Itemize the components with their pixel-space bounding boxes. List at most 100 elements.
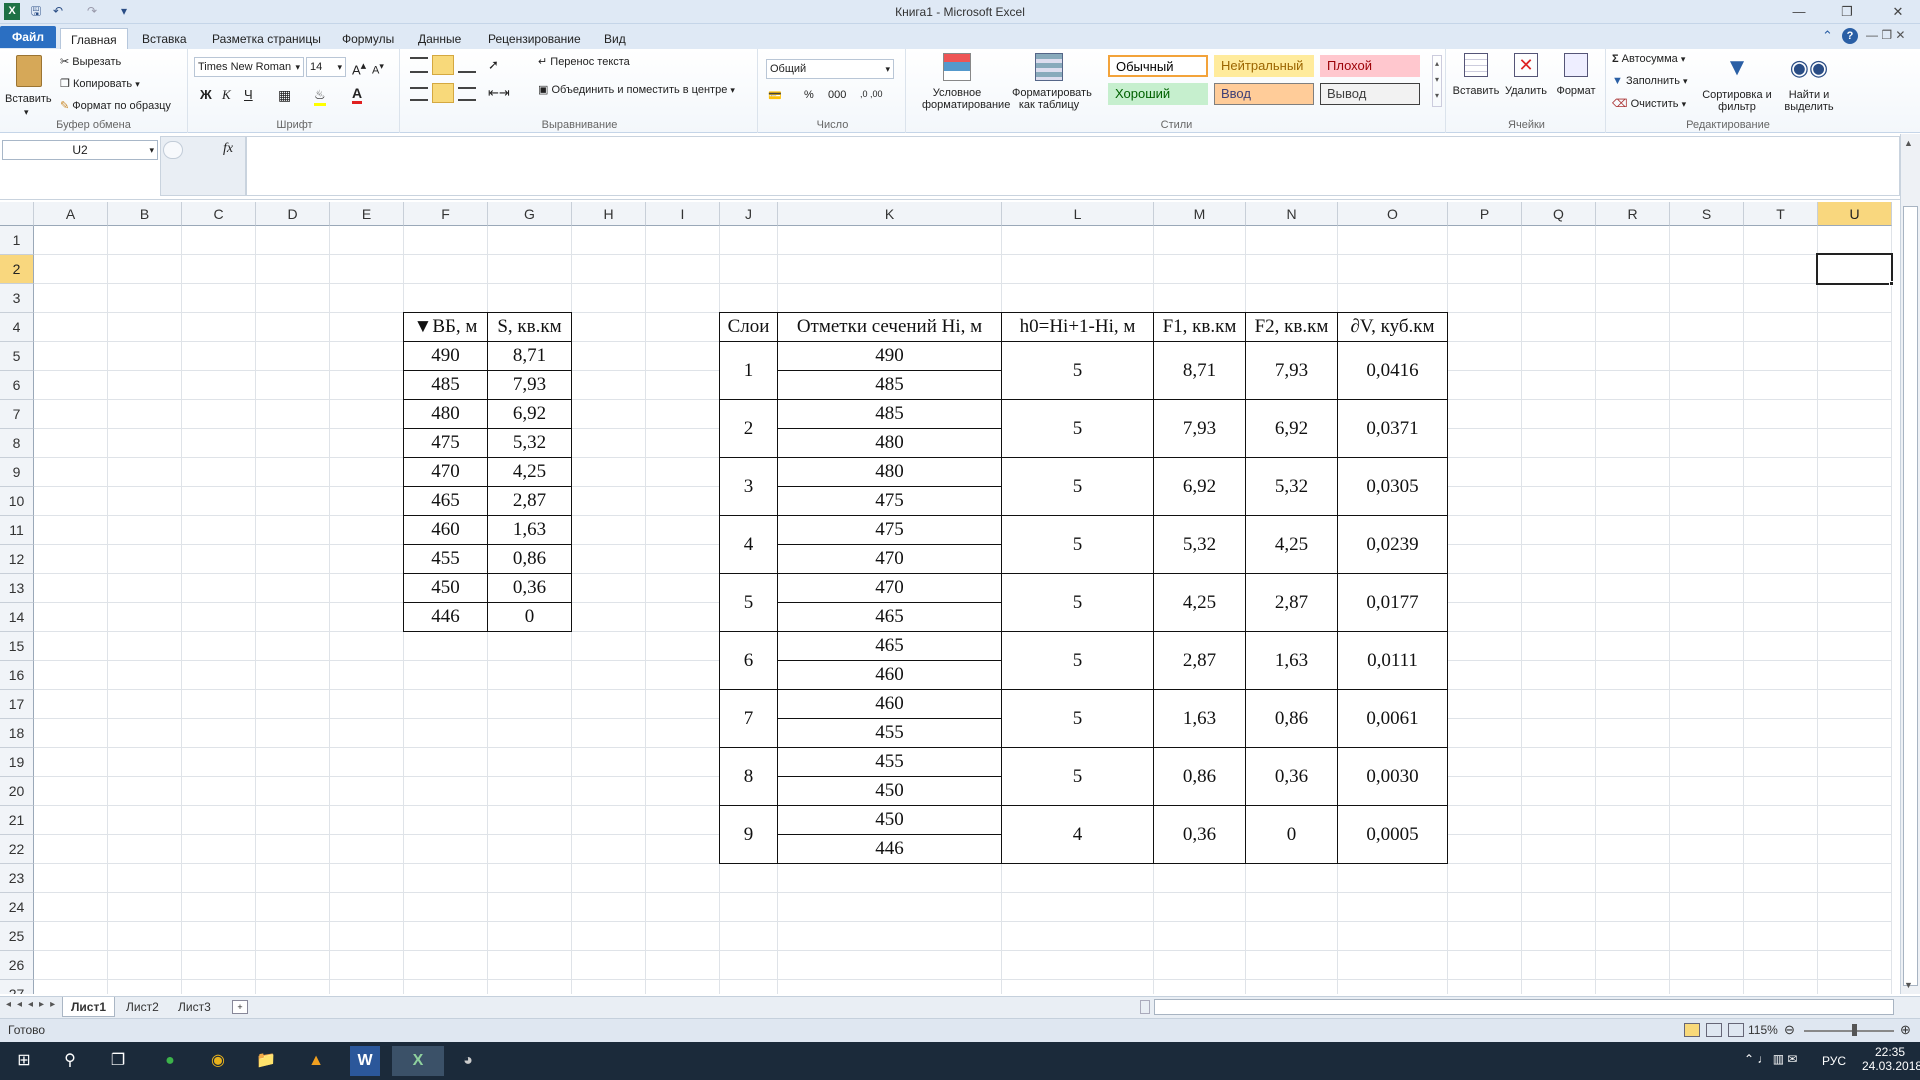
wrap-text-button[interactable]: ↵ Перенос текста	[538, 55, 630, 68]
column-header[interactable]: G	[488, 202, 572, 226]
table2-header-f1[interactable]: F1, кв.км	[1153, 312, 1246, 342]
table1-cell-area[interactable]: 0	[487, 602, 572, 632]
table2-cell-f1[interactable]: 5,32	[1153, 515, 1246, 574]
insert-cells-button[interactable]: Вставить	[1452, 53, 1500, 97]
tab-page-layout[interactable]: Разметка страницы	[202, 28, 331, 50]
worksheet-grid[interactable]: A B C D E F G H I J K L M N O P Q R S T U 1 2 3 4 5 6 7 8 9 10 11 12 13 14…	[0, 202, 1900, 994]
table2-cell-f2[interactable]: 4,25	[1245, 515, 1338, 574]
format-painter-button[interactable]: ✎ Формат по образцу	[60, 99, 171, 112]
table1-cell-area[interactable]: 1,63	[487, 515, 572, 545]
table2-cell-layer[interactable]: 7	[719, 689, 778, 748]
row-header[interactable]: 8	[0, 429, 34, 458]
thousands-button[interactable]: 000	[828, 89, 846, 101]
table2-cell-elevation-top[interactable]: 455	[777, 747, 1002, 777]
column-header[interactable]: U	[1818, 202, 1892, 226]
row-header[interactable]: 12	[0, 545, 34, 574]
table2-cell-f1[interactable]: 4,25	[1153, 573, 1246, 632]
table2-header-layer[interactable]: Слои	[719, 312, 778, 342]
table1-cell-area[interactable]: 4,25	[487, 457, 572, 487]
formula-expand-handle[interactable]	[163, 141, 183, 159]
table1-cell-elevation[interactable]: 465	[403, 486, 488, 516]
bold-button[interactable]: Ж	[200, 87, 212, 102]
insert-function-button[interactable]: fx	[223, 141, 233, 157]
delete-cells-button[interactable]: ✕ Удалить	[1502, 53, 1550, 97]
formula-input[interactable]	[246, 136, 1900, 196]
table1-cell-elevation[interactable]: 490	[403, 341, 488, 371]
table2-cell-layer[interactable]: 6	[719, 631, 778, 690]
find-select-button[interactable]: ◉◉ Найти и выделить	[1776, 53, 1842, 113]
row-header[interactable]: 17	[0, 690, 34, 719]
table2-cell-f2[interactable]: 0,86	[1245, 689, 1338, 748]
tab-insert[interactable]: Вставка	[132, 28, 197, 50]
shrink-font-icon[interactable]: A▾	[372, 61, 384, 77]
table2-cell-dv[interactable]: 0,0111	[1337, 631, 1448, 690]
align-left-icon[interactable]	[410, 87, 428, 101]
ribbon-minimize-icon[interactable]: ⌃	[1822, 28, 1838, 44]
table2-cell-elevation-bottom[interactable]: 455	[777, 718, 1002, 748]
doc-window-controls[interactable]: — ❐ ✕	[1866, 28, 1905, 42]
tab-formulas[interactable]: Формулы	[332, 28, 404, 50]
zoom-slider[interactable]	[1804, 1030, 1894, 1032]
language-indicator[interactable]: РУС	[1822, 1054, 1846, 1068]
table2-cell-f1[interactable]: 8,71	[1153, 341, 1246, 400]
table2-header-h0[interactable]: h0=Hi+1-Hi, м	[1001, 312, 1154, 342]
row-header[interactable]: 13	[0, 574, 34, 603]
windows-start-icon[interactable]: ⊞	[4, 1046, 44, 1076]
table2-cell-layer[interactable]: 5	[719, 573, 778, 632]
row-header[interactable]: 26	[0, 951, 34, 980]
font-color-icon[interactable]: A	[352, 85, 363, 104]
table1-cell-area[interactable]: 5,32	[487, 428, 572, 458]
scroll-down-icon[interactable]: ▼	[1904, 980, 1913, 990]
zoom-level[interactable]: 115%	[1748, 1023, 1778, 1037]
paste-button[interactable]: Вставить ▾	[5, 53, 52, 123]
table2-cell-layer[interactable]: 9	[719, 805, 778, 864]
table2-cell-f1[interactable]: 1,63	[1153, 689, 1246, 748]
table2-cell-dv[interactable]: 0,0061	[1337, 689, 1448, 748]
cut-button[interactable]: ✂ Вырезать	[60, 55, 121, 68]
page-break-view-icon[interactable]	[1728, 1023, 1744, 1037]
selected-cell[interactable]	[1816, 253, 1893, 285]
horizontal-scrollbar[interactable]	[1154, 999, 1894, 1015]
table2-header-f2[interactable]: F2, кв.км	[1245, 312, 1338, 342]
table1-cell-elevation[interactable]: 475	[403, 428, 488, 458]
row-header[interactable]: 11	[0, 516, 34, 545]
tab-file[interactable]: Файл	[0, 26, 56, 48]
vertical-scrollbar[interactable]: ▲ ▼	[1900, 134, 1920, 994]
row-header[interactable]: 5	[0, 342, 34, 371]
align-center-icon[interactable]	[432, 83, 454, 103]
table2-cell-layer[interactable]: 3	[719, 457, 778, 516]
table2-cell-f2[interactable]: 5,32	[1245, 457, 1338, 516]
table1-cell-elevation[interactable]: 450	[403, 573, 488, 603]
cell-style-option[interactable]: Плохой	[1320, 55, 1420, 77]
table2-cell-elevation-bottom[interactable]: 465	[777, 602, 1002, 632]
row-header[interactable]: 9	[0, 458, 34, 487]
table2-cell-f2[interactable]: 0,36	[1245, 747, 1338, 806]
column-header[interactable]: K	[778, 202, 1002, 226]
row-header[interactable]: 3	[0, 284, 34, 313]
row-header[interactable]: 21	[0, 806, 34, 835]
font-size-combo[interactable]: 14 ▾	[306, 57, 346, 77]
table2-cell-dv[interactable]: 0,0005	[1337, 805, 1448, 864]
sort-filter-button[interactable]: ▼ Сортировка и фильтр	[1702, 53, 1772, 113]
search-icon[interactable]: ⚲	[50, 1046, 90, 1076]
row-header[interactable]: 23	[0, 864, 34, 893]
row-header[interactable]: 16	[0, 661, 34, 690]
table1-cell-elevation[interactable]: 485	[403, 370, 488, 400]
column-header[interactable]: B	[108, 202, 182, 226]
row-header[interactable]: 4	[0, 313, 34, 342]
table2-cell-dv[interactable]: 0,0416	[1337, 341, 1448, 400]
row-header[interactable]: 27	[0, 980, 34, 994]
row-header[interactable]: 25	[0, 922, 34, 951]
app-disc-icon[interactable]: ◕	[448, 1046, 488, 1076]
table2-cell-f1[interactable]: 2,87	[1153, 631, 1246, 690]
table1-cell-area[interactable]: 7,93	[487, 370, 572, 400]
column-header[interactable]: M	[1154, 202, 1246, 226]
align-bottom-icon[interactable]	[458, 57, 476, 73]
orientation-icon[interactable]: ➚	[488, 57, 499, 73]
table2-cell-elevation-bottom[interactable]: 446	[777, 834, 1002, 864]
table2-cell-layer[interactable]: 4	[719, 515, 778, 574]
close-button[interactable]: ✕	[1878, 0, 1918, 24]
table2-cell-h0[interactable]: 5	[1001, 341, 1154, 400]
table2-header-elevations[interactable]: Отметки сечений Hi, м	[777, 312, 1002, 342]
row-header[interactable]: 22	[0, 835, 34, 864]
